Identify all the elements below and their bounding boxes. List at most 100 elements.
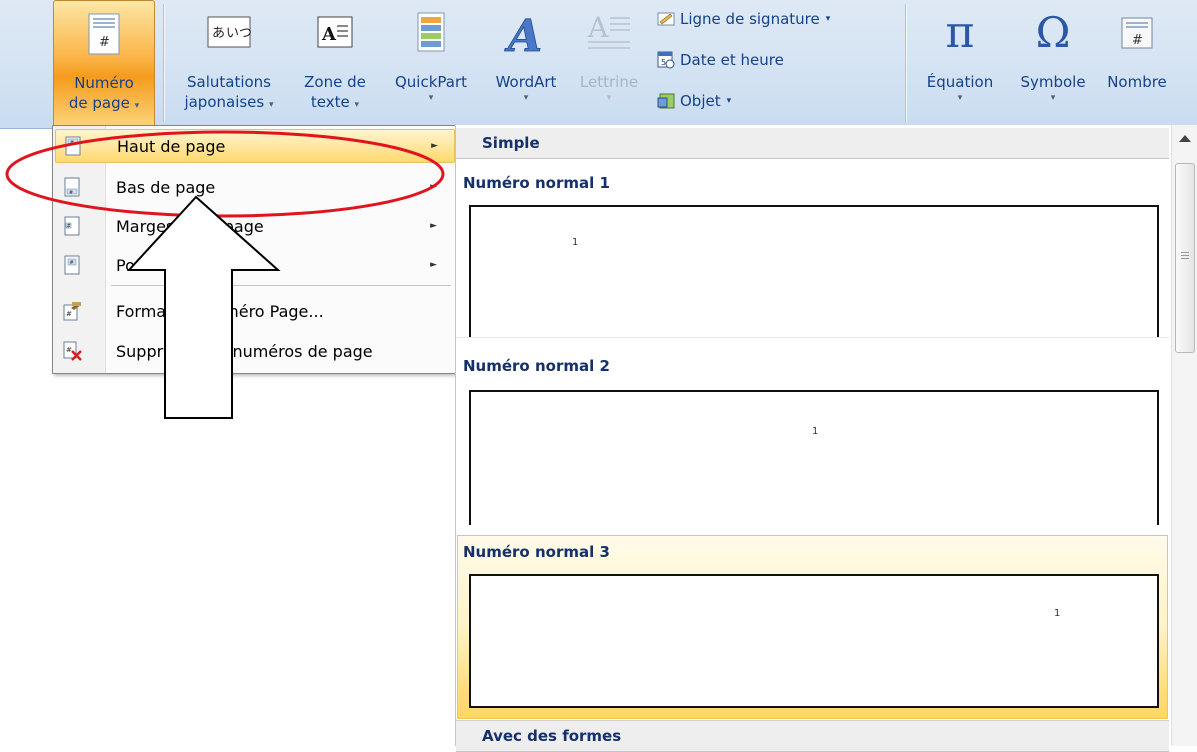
pi-icon: π (945, 7, 975, 58)
gallery-item-normal-2[interactable]: 1 (469, 390, 1159, 525)
page-number-menu: # Haut de page ► # Bas de page ► # Marge… (52, 125, 457, 374)
svg-text:5: 5 (661, 58, 666, 67)
svg-text:A: A (321, 24, 337, 45)
menu-item-top-of-page[interactable]: # Haut de page ► (55, 129, 455, 163)
chevron-down-icon: ▾ (523, 93, 529, 103)
signature-icon (657, 10, 675, 28)
date-time-label: Date et heure (680, 51, 784, 69)
dropcap-button[interactable]: A Lettrine ▾ (570, 0, 648, 126)
chevron-down-icon: ▾ (428, 93, 434, 103)
wordart-button[interactable]: A WordArt ▾ (484, 0, 568, 126)
japanese-greetings-label-2: japonaises (184, 93, 265, 111)
svg-text:A: A (504, 11, 542, 57)
gallery-divider (456, 337, 1169, 338)
chevron-down-icon: ▾ (606, 93, 612, 103)
menu-item-current-position[interactable]: # Position actuelle ► (55, 248, 453, 282)
menu-item-label: Bas de page (116, 177, 216, 197)
svg-text:あ: あ (212, 26, 225, 41)
symbol-button[interactable]: Ω Symbole ▾ (1008, 0, 1098, 126)
page-number-button[interactable]: # Numéro de page ▾ (53, 0, 155, 128)
page-header-icon: # (62, 135, 84, 157)
signature-line-button[interactable]: Ligne de signature ▾ (657, 8, 830, 30)
calendar-icon: 5 (657, 51, 675, 69)
object-label: Objet (680, 92, 721, 110)
menu-item-label: Position actuelle (116, 255, 247, 275)
chevron-down-icon: ▾ (269, 100, 274, 110)
page-number-preview: 1 (572, 237, 579, 248)
svg-text:#: # (1132, 33, 1143, 48)
wordart-icon: A (504, 6, 548, 60)
chevron-down-icon: ▾ (354, 100, 360, 110)
number-icon: # (1119, 6, 1155, 60)
page-number-preview: 1 (812, 426, 819, 437)
svg-text:#: # (70, 260, 74, 266)
wordart-label: WordArt (495, 73, 557, 91)
pi-icon-wrap: π (946, 6, 975, 60)
text-box-label-2-wrap: texte ▾ (311, 92, 359, 112)
equation-button[interactable]: π Équation ▾ (914, 0, 1006, 126)
svg-text:#: # (66, 310, 72, 318)
ribbon-insert-tab: # Numéro de page ▾ あ いつ Salutations japo… (0, 0, 1197, 129)
japanese-greetings-button[interactable]: あ いつ Salutations japonaises ▾ (170, 0, 288, 126)
text-box-label-2: texte (310, 93, 350, 111)
quickpart-icon (415, 6, 447, 60)
ribbon-separator (163, 4, 165, 122)
omega-icon: Ω (1035, 8, 1071, 57)
number-button[interactable]: # Nombre (1100, 0, 1174, 126)
gallery-item-title: Numéro normal 1 (463, 174, 610, 192)
omega-icon-wrap: Ω (1036, 6, 1071, 60)
gallery-item-normal-3[interactable]: 1 (469, 574, 1159, 708)
quickpart-label: QuickPart (394, 73, 468, 91)
submenu-arrow-icon: ► (431, 141, 438, 151)
menu-separator (111, 285, 451, 286)
menu-item-page-margins[interactable]: # Marges de la page ► (55, 209, 453, 243)
chevron-down-icon: ▾ (1050, 93, 1056, 103)
svg-text:いつ: いつ (226, 26, 252, 41)
svg-text:#: # (70, 140, 74, 146)
symbol-label: Symbole (1020, 73, 1086, 91)
remove-page-numbers-icon: # (61, 340, 83, 362)
japanese-greetings-label-2-wrap: japonaises ▾ (184, 92, 273, 112)
number-label: Nombre (1107, 73, 1167, 91)
menu-item-label: Haut de page (117, 136, 226, 156)
japanese-greetings-icon: あ いつ (206, 6, 252, 60)
submenu-arrow-icon: ► (430, 260, 437, 270)
gallery-item-title: Numéro normal 3 (463, 543, 610, 561)
current-position-icon: # (61, 254, 83, 276)
japanese-greetings-label-1: Salutations (186, 73, 271, 91)
text-box-icon: A (315, 6, 355, 60)
dropcap-label: Lettrine (579, 73, 639, 91)
gallery-category-label: Simple (482, 134, 540, 152)
svg-text:#: # (69, 190, 73, 196)
page-number-label-2: de page (68, 94, 130, 112)
gallery-category-label: Avec des formes (482, 727, 622, 745)
scrollbar-thumb[interactable] (1175, 163, 1195, 353)
chevron-down-icon: ▾ (825, 14, 831, 24)
svg-text:#: # (99, 35, 110, 50)
scroll-up-arrow-icon[interactable] (1179, 135, 1191, 142)
chevron-down-icon: ▾ (134, 101, 140, 111)
date-time-button[interactable]: 5 Date et heure (657, 49, 784, 71)
grip-icon (1181, 252, 1189, 259)
gallery-item-title: Numéro normal 2 (463, 357, 610, 375)
submenu-arrow-icon: ► (430, 221, 437, 231)
menu-item-bottom-of-page[interactable]: # Bas de page ► (55, 170, 453, 204)
menu-item-label: Supprimer les numéros de page (116, 341, 373, 361)
page-number-label-2-wrap: de page ▾ (69, 93, 139, 113)
page-number-preview: 1 (1054, 608, 1061, 619)
svg-text:A: A (587, 11, 609, 44)
menu-item-format-page-number[interactable]: # Format du numéro Page... (55, 294, 453, 328)
quickpart-button[interactable]: QuickPart ▾ (382, 0, 480, 126)
dropcap-icon: A (586, 6, 632, 60)
gallery-scrollbar[interactable] (1171, 125, 1197, 746)
chevron-down-icon: ▾ (957, 93, 963, 103)
text-box-button[interactable]: A Zone de texte ▾ (294, 0, 376, 126)
gallery-category-simple: Simple (456, 128, 1169, 159)
menu-item-label: Format du numéro Page... (116, 301, 324, 321)
object-button[interactable]: Objet ▾ (657, 90, 731, 112)
equation-label: Équation (926, 73, 994, 91)
menu-item-remove-page-numbers[interactable]: # Supprimer les numéros de page (55, 334, 453, 368)
gallery-item-normal-1[interactable]: 1 (469, 205, 1159, 337)
page-footer-icon: # (61, 176, 83, 198)
menu-item-label: Marges de la page (116, 216, 264, 236)
